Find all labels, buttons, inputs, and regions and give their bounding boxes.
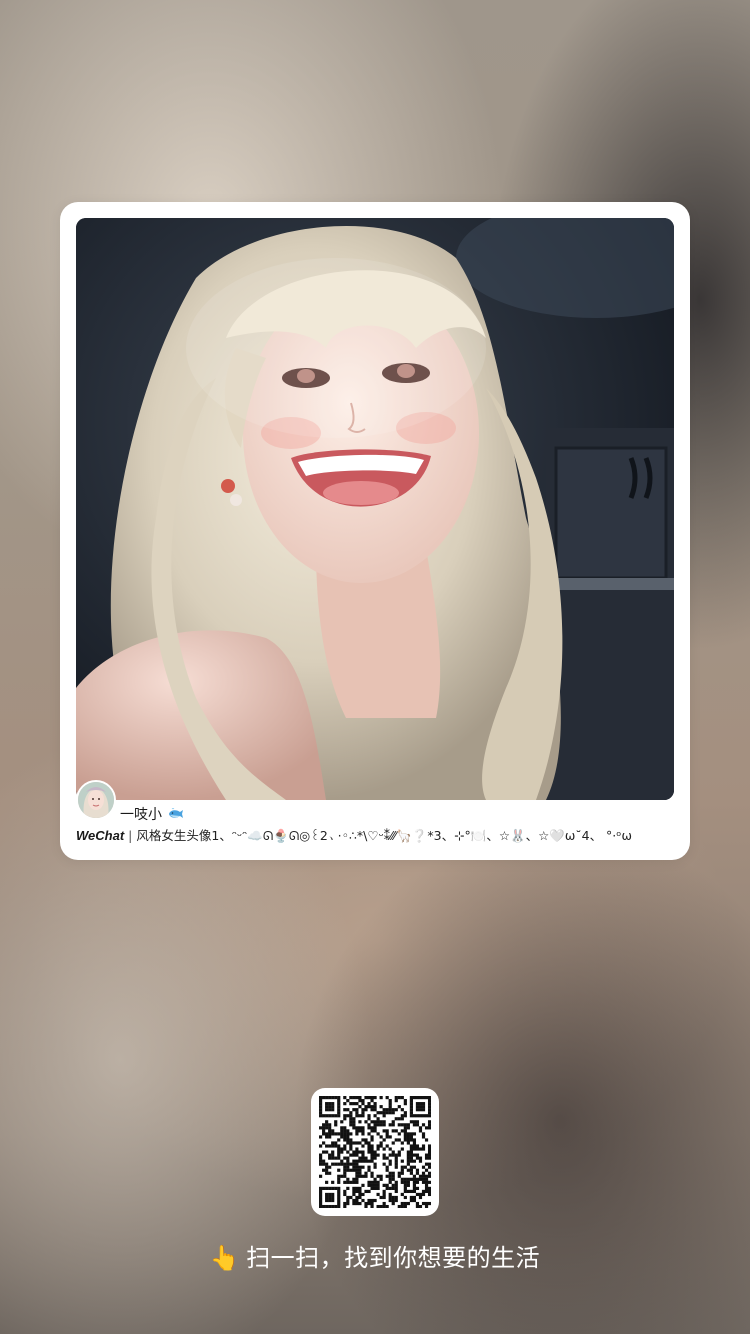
brand-separator: | [128,828,133,843]
pointing-hand-icon: 👆 [209,1244,241,1272]
share-poster-screen: 一吱小 WeChat | 风格女生头像1、ᵔᵕᵔ☁️ᘏ🍨ᘏ◎꒰2、·◦∴*\♡ᵕ⁑⁄… [0,0,750,1334]
scan-hint-text: 扫一扫，找到你想要的生活 [246,1244,541,1272]
scan-hint: 👆 扫一扫，找到你想要的生活 [0,1238,750,1273]
qr-code-icon [319,1096,431,1208]
post-username[interactable]: 一吱小 [120,804,184,824]
wechat-brand: WeChat [76,828,125,843]
avatar-girl-icon [78,782,114,818]
portrait-illustration [76,218,674,800]
post-card: 一吱小 WeChat | 风格女生头像1、ᵔᵕᵔ☁️ᘏ🍨ᘏ◎꒰2、·◦∴*\♡ᵕ⁑⁄… [60,202,690,860]
post-footer: 一吱小 WeChat | 风格女生头像1、ᵔᵕᵔ☁️ᘏ🍨ᘏ◎꒰2、·◦∴*\♡ᵕ⁑⁄… [76,780,674,850]
portrait-photo[interactable] [76,218,674,800]
whale-icon [169,808,184,818]
username-text: 一吱小 [120,807,162,823]
post-caption: 风格女生头像1、ᵔᵕᵔ☁️ᘏ🍨ᘏ◎꒰2、·◦∴*\♡ᵕ⁑⁄⁄⁄🦙❔*3、⊹°🍽️… [136,828,632,843]
qr-code-card[interactable] [311,1088,439,1216]
avatar[interactable] [76,780,116,820]
post-caption-line: WeChat | 风格女生头像1、ᵔᵕᵔ☁️ᘏ🍨ᘏ◎꒰2、·◦∴*\♡ᵕ⁑⁄⁄⁄🦙❔… [76,825,674,843]
